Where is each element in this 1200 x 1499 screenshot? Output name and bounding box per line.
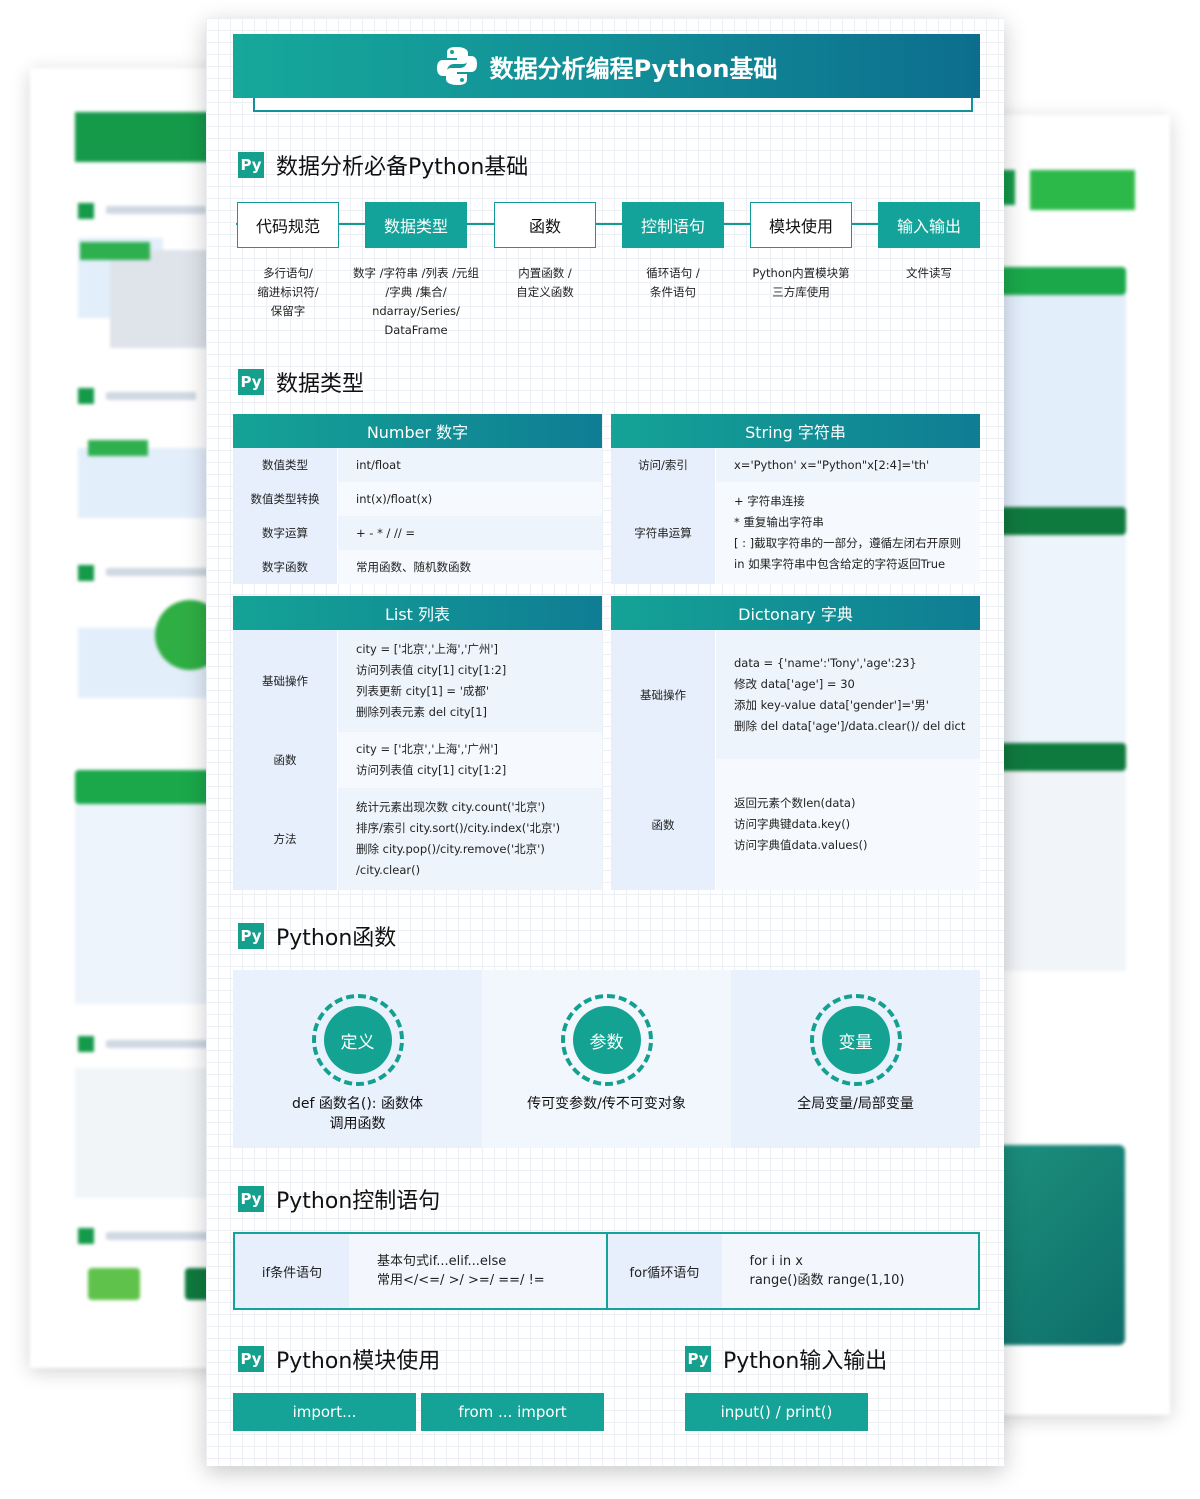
string-table: String 字符串 访问/索引 x='Python' x="Python"x[… — [611, 414, 980, 584]
section-header-functions: Py Python函数 — [238, 920, 396, 952]
table-row: 函数 返回元素个数len(data) 访问字典键data.key() 访问字典值… — [611, 759, 980, 890]
function-card: 定义 def 函数名(): 函数体 调用函数 — [233, 970, 482, 1148]
section-title: Python控制语句 — [276, 1189, 441, 1214]
table-row: 数值类型 int/float — [233, 448, 602, 482]
control-row-for: for循环语句 for i in x range()函数 range(1,10) — [605, 1234, 978, 1308]
flow-desc: 内置函数 / 自定义函数 — [516, 266, 574, 299]
table-row: 数值类型转换 int(x)/float(x) — [233, 482, 602, 516]
control-table: if条件语句 基本句式if...elif...else 常用</<=/ >/ >=… — [233, 1232, 980, 1310]
list-table: List 列表 基础操作 city = ['北京','上海','广州'] 访问列… — [233, 596, 602, 890]
flow-step: 输入输出 — [878, 202, 980, 248]
table-row: 基础操作 city = ['北京','上海','广州'] 访问列表值 city[… — [233, 630, 602, 732]
section-title: Python模块使用 — [276, 1349, 441, 1374]
flow-desc: Python内置模块第 三方库使用 — [752, 266, 850, 299]
section-header-types: Py 数据类型 — [238, 366, 364, 398]
section-header-modules: Py Python模块使用 — [238, 1343, 440, 1375]
dict-table: Dictonary 字典 基础操作 data = {'name':'Tony',… — [611, 596, 980, 890]
py-badge: Py — [685, 1346, 711, 1372]
table-row: 访问/索引 x='Python' x="Python"x[2:4]='th' — [611, 448, 980, 482]
flow-desc: 数字 /字符串 /列表 /元组/字典 /集合/ndarray/Series/Da… — [352, 266, 480, 337]
flow-step: 代码规范 — [237, 202, 339, 248]
section-header-control: Py Python控制语句 — [238, 1183, 440, 1215]
table-header: Number 数字 — [233, 414, 602, 448]
section-title: 数据类型 — [276, 372, 365, 397]
section-header-basics: Py 数据分析必备Python基础 — [238, 149, 528, 181]
flow-desc: 文件读写 — [906, 266, 952, 280]
io-pill: input() / print() — [685, 1393, 868, 1431]
table-row: 方法 统计元素出现次数 city.count('北京') 排序/索引 city.… — [233, 788, 602, 890]
table-header: String 字符串 — [611, 414, 980, 448]
number-table: Number 数字 数值类型 int/float 数值类型转换 int(x)/f… — [233, 414, 602, 584]
table-row: 函数 city = ['北京','上海','广州'] 访问列表值 city[1]… — [233, 732, 602, 788]
table-row: 字符串运算 + 字符串连接 * 重复输出字符串 [ : ]截取字符串的一部分，遵… — [611, 482, 980, 584]
flow-desc: 多行语句/缩进标识符/保留字 — [257, 266, 319, 318]
control-row-if: if条件语句 基本句式if...elif...else 常用</<=/ >/ >=… — [235, 1234, 606, 1308]
table-header: Dictonary 字典 — [611, 596, 980, 630]
table-header: List 列表 — [233, 596, 602, 630]
from-import-pill: from ... import — [421, 1393, 604, 1431]
section-title: Python函数 — [276, 926, 397, 951]
poster-stage: 数据分析编程Python基础 Py 数据分析必备Python基础 代码规范 数据… — [0, 0, 1200, 1499]
py-badge: Py — [238, 1346, 264, 1372]
import-pill: import... — [233, 1393, 416, 1431]
table-row: 数字函数 常用函数、随机数函数 — [233, 550, 602, 584]
flow-step: 控制语句 — [622, 202, 724, 248]
banner-underline — [253, 98, 973, 112]
section-title: Python输入输出 — [723, 1349, 888, 1374]
functions-panel: 定义 def 函数名(): 函数体 调用函数 参数 传可变参数/传不可变对象 变… — [233, 970, 980, 1148]
py-badge: Py — [238, 1186, 264, 1212]
function-card: 参数 传可变参数/传不可变对象 — [482, 970, 731, 1148]
ring-icon: 参数 — [560, 994, 653, 1086]
flow-desc: 循环语句 / 条件语句 — [646, 266, 700, 299]
table-row: 基础操作 data = {'name':'Tony','age':23} 修改 … — [611, 630, 980, 759]
section-title: 数据分析必备Python基础 — [276, 155, 529, 180]
flow-step: 函数 — [494, 202, 596, 248]
ring-icon: 定义 — [311, 994, 404, 1086]
ring-icon: 变量 — [809, 994, 902, 1086]
flow-step: 模块使用 — [750, 202, 852, 248]
main-sheet: 数据分析编程Python基础 Py 数据分析必备Python基础 代码规范 数据… — [206, 18, 1004, 1466]
page-title: 数据分析编程Python基础 — [489, 54, 778, 83]
function-card: 变量 全局变量/局部变量 — [731, 970, 980, 1148]
table-row: 数字运算 + - * / // = — [233, 516, 602, 550]
py-badge: Py — [238, 369, 264, 395]
py-badge: Py — [238, 152, 264, 178]
section-header-io: Py Python输入输出 — [685, 1343, 887, 1375]
python-logo-icon — [436, 47, 477, 85]
flow-step: 数据类型 — [365, 202, 467, 248]
py-badge: Py — [238, 923, 264, 949]
flow-connector — [236, 223, 980, 225]
title-banner: 数据分析编程Python基础 — [233, 34, 980, 98]
